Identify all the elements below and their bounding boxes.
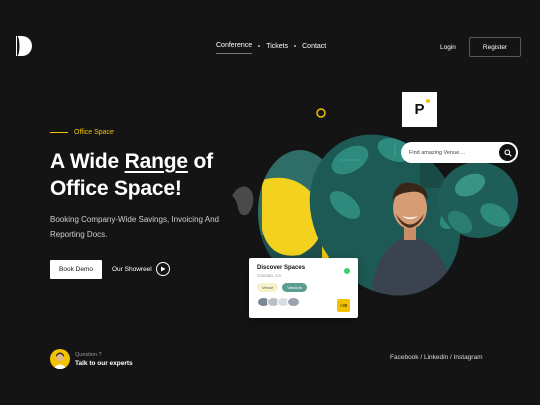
discover-location: Canada, CA	[257, 273, 282, 278]
brand-dot-icon	[426, 99, 430, 103]
tag-venue[interactable]: Venue	[257, 283, 279, 292]
brand-card: P	[402, 92, 437, 127]
tag-list: Venue Vendors	[257, 283, 350, 292]
tag-vendors[interactable]: Vendors	[282, 283, 308, 292]
more-count-badge[interactable]: +39	[337, 299, 350, 312]
brand-letter: P	[414, 101, 425, 118]
discover-title: Discover Spaces	[257, 265, 306, 271]
search-icon[interactable]	[499, 144, 516, 161]
ring-decoration	[316, 108, 326, 118]
search-input[interactable]: Find amazing Venue....	[409, 150, 499, 156]
discover-spaces-card[interactable]: Discover Spaces Canada, CA Venue Vendors…	[249, 258, 358, 318]
venue-search[interactable]: Find amazing Venue....	[401, 142, 518, 163]
blob-decoration	[232, 186, 254, 216]
status-dot-icon	[344, 268, 350, 274]
hero-collage	[232, 108, 518, 320]
thumbnail	[287, 297, 300, 307]
